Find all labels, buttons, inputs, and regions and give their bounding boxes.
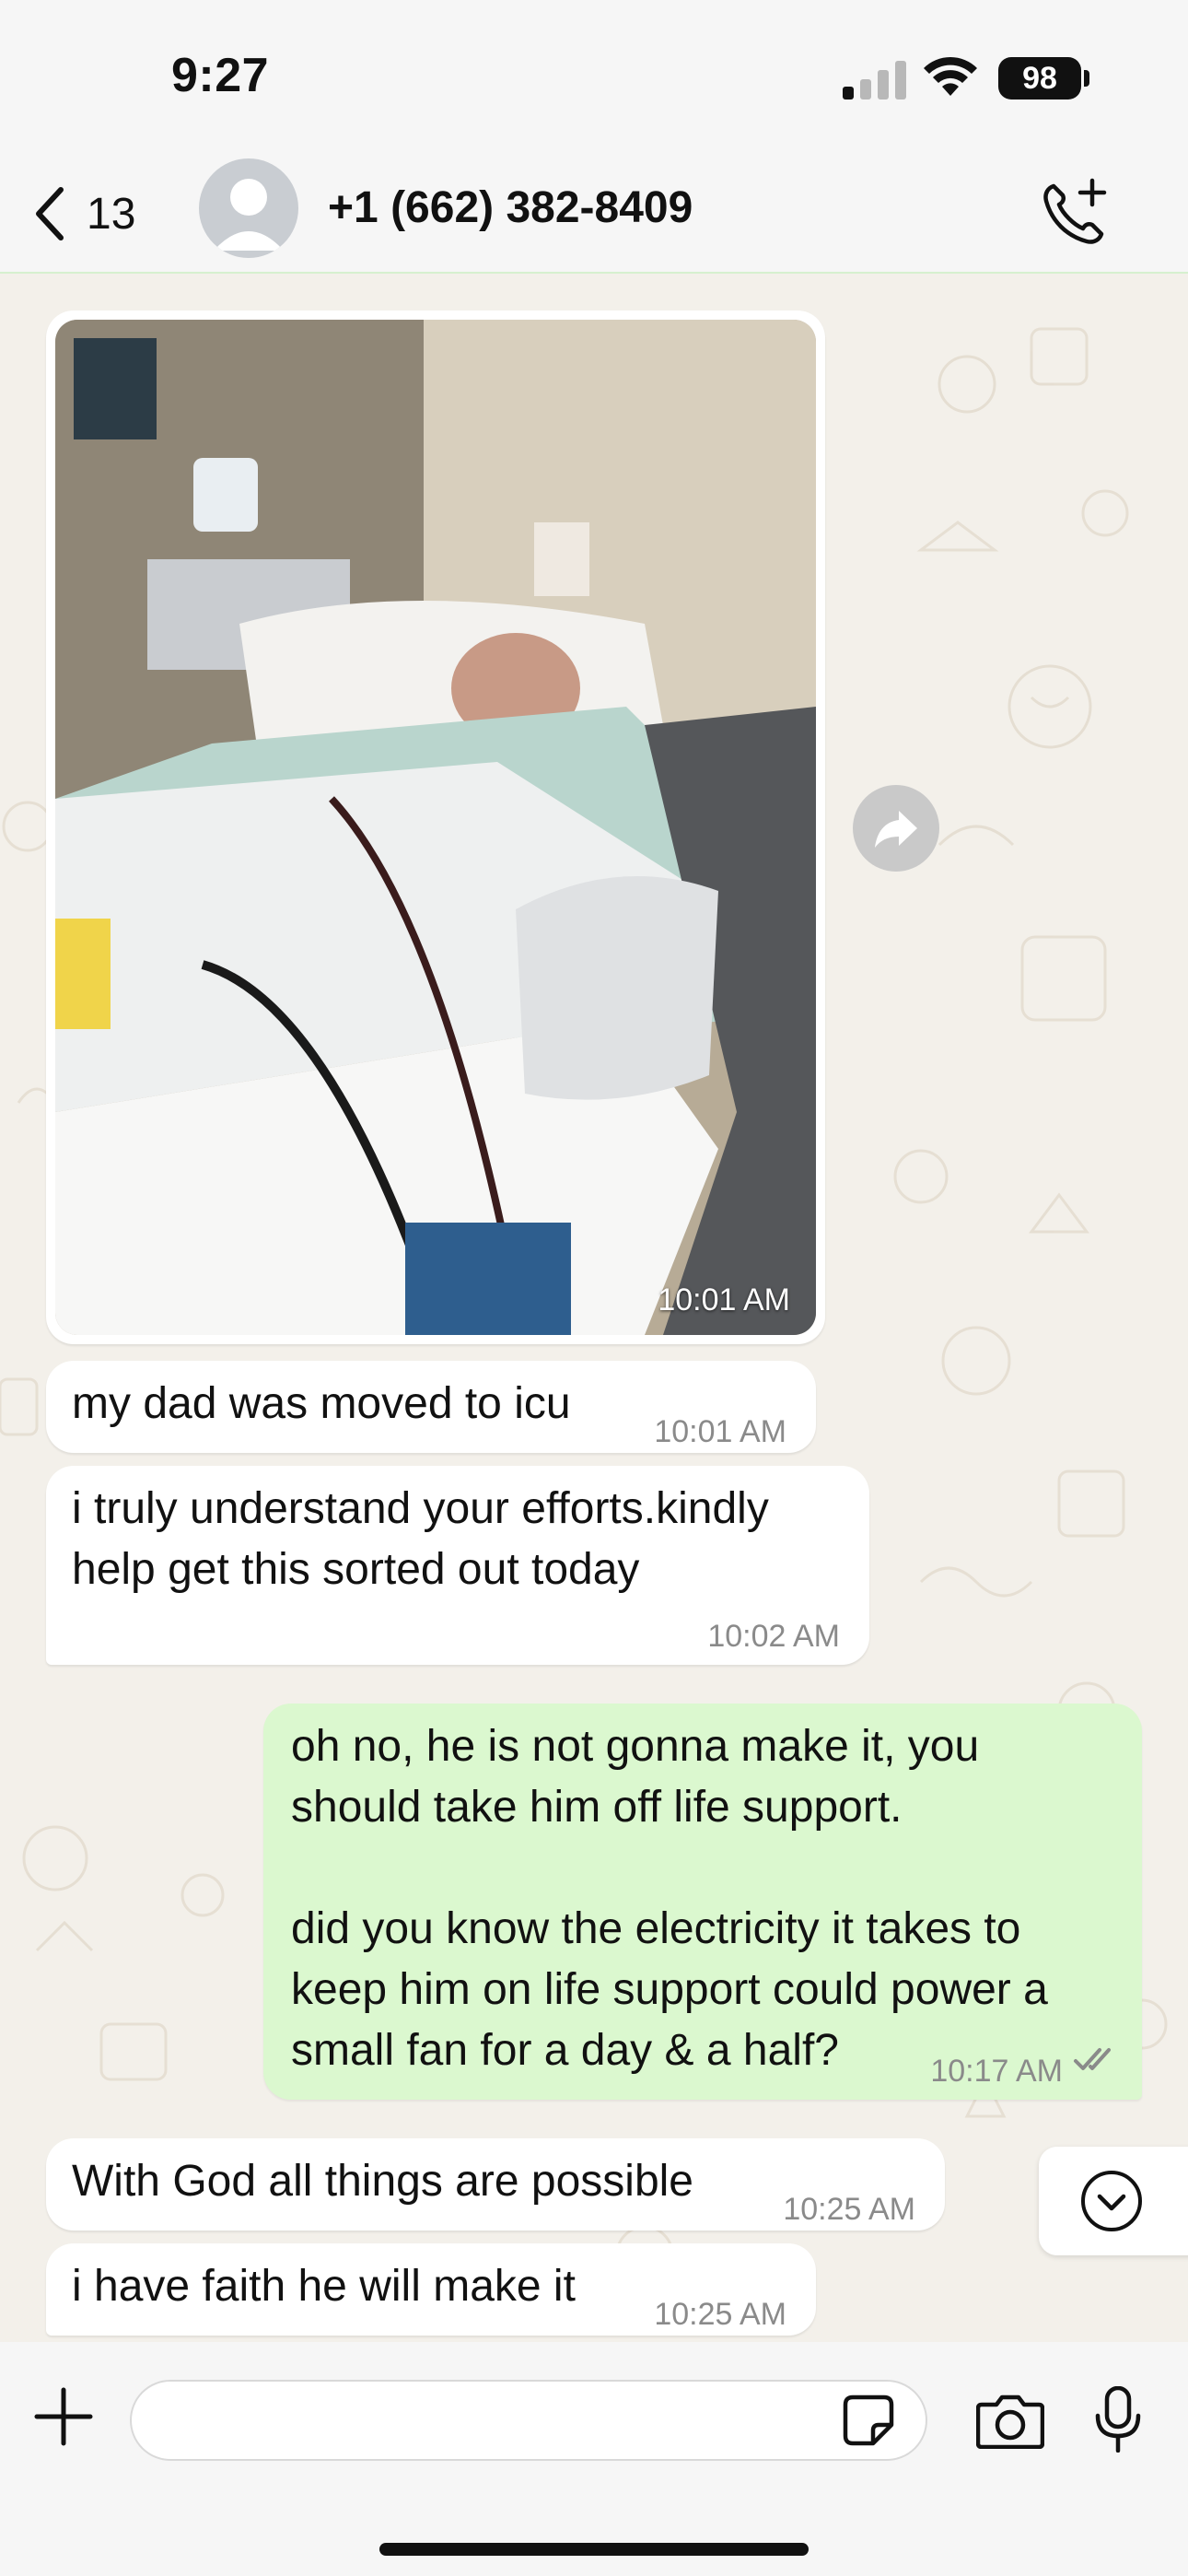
chat-area[interactable]: 10:01 AM my dad was moved to icu 10:01 A…: [0, 274, 1188, 2342]
photo-illustration: [55, 320, 816, 1335]
message-text: i have faith he will make it: [72, 2262, 576, 2311]
message-text: my dad was moved to icu: [72, 1379, 571, 1428]
message-timestamp: 10:02 AM: [707, 1619, 840, 1654]
incoming-message[interactable]: my dad was moved to icu 10:01 AM: [46, 1361, 816, 1453]
unread-count: 13: [87, 189, 136, 239]
forward-button[interactable]: [853, 785, 939, 872]
back-button[interactable]: 13: [31, 177, 135, 251]
hospital-photo[interactable]: 10:01 AM: [55, 320, 816, 1335]
message-text: i truly understand your efforts.kindly h…: [72, 1484, 769, 1594]
add-call-icon[interactable]: [1037, 177, 1111, 251]
chevron-left-icon: [36, 187, 64, 240]
scroll-to-bottom-button[interactable]: [1039, 2147, 1188, 2255]
forward-icon: [875, 811, 917, 848]
incoming-message[interactable]: i have faith he will make it 10:25 AM: [46, 2243, 816, 2336]
double-check-icon: [1074, 2048, 1111, 2070]
camera-icon[interactable]: [976, 2392, 1044, 2449]
message-timestamp: 10:01 AM: [654, 1414, 786, 1449]
contact-name[interactable]: +1 (662) 382-8409: [328, 182, 693, 233]
message-text: With God all things are possible: [72, 2157, 693, 2206]
status-bar: 9:27 98: [0, 0, 1188, 157]
incoming-message[interactable]: i truly understand your efforts.kindly h…: [46, 1466, 869, 1665]
avatar-icon[interactable]: [199, 158, 298, 258]
message-timestamp: 10:17 AM: [930, 2054, 1063, 2089]
microphone-icon[interactable]: [1092, 2386, 1144, 2453]
message-timestamp: 10:01 AM: [658, 1282, 790, 1317]
battery-tip: [1084, 70, 1089, 87]
outgoing-message[interactable]: oh no, he is not gonna make it, you shou…: [263, 1704, 1142, 2100]
home-indicator: [379, 2543, 809, 2556]
message-input[interactable]: [130, 2380, 927, 2461]
image-message[interactable]: 10:01 AM: [46, 310, 825, 1344]
status-time: 9:27: [171, 49, 270, 102]
message-text: oh no, he is not gonna make it, you shou…: [291, 1722, 1048, 2075]
incoming-message[interactable]: With God all things are possible 10:25 A…: [46, 2138, 945, 2231]
battery-icon: 98: [998, 57, 1081, 100]
wifi-icon: [924, 56, 977, 96]
message-timestamp: 10:25 AM: [783, 2192, 915, 2227]
chat-header: 13 +1 (662) 382-8409: [0, 157, 1188, 274]
plus-icon[interactable]: [33, 2386, 94, 2447]
message-timestamp: 10:25 AM: [654, 2297, 786, 2332]
sticker-icon[interactable]: [842, 2394, 895, 2447]
chevron-down-circle-icon: [1081, 2171, 1142, 2231]
cellular-signal-icon: [843, 61, 906, 100]
